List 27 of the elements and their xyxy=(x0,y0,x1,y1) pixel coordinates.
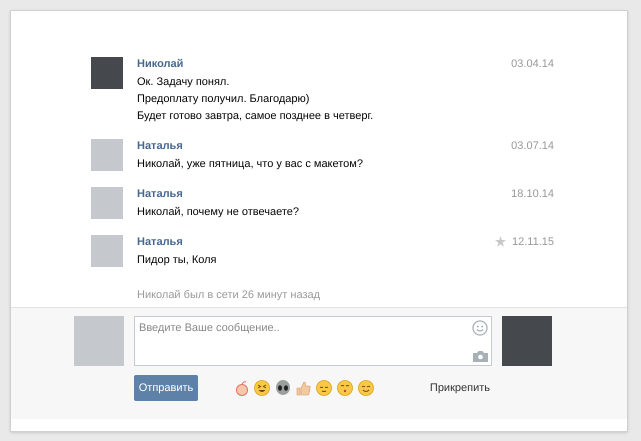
online-status: Николай был в сети 26 минут назад xyxy=(137,288,322,303)
message-date: 18.10.14 xyxy=(511,187,554,201)
sender-name[interactable]: Наталья xyxy=(137,235,495,249)
laughing-face-icon[interactable] xyxy=(254,380,270,396)
sender-name[interactable]: Наталья xyxy=(137,139,512,153)
message-text: Предоплату получил. Благодарю) xyxy=(137,92,310,107)
alien-icon[interactable] xyxy=(275,380,291,396)
message-date: 03.04.14 xyxy=(511,57,554,71)
smiley-icon[interactable] xyxy=(472,320,488,336)
message-text: Ок. Задачу понял. xyxy=(137,75,230,90)
star-icon[interactable] xyxy=(494,236,506,247)
peach-icon[interactable] xyxy=(235,380,249,396)
message-input[interactable]: Введите Ваше сообщение.. xyxy=(134,316,492,366)
relieved-face-icon[interactable] xyxy=(316,380,332,396)
message-text: Будет готово завтра, самое позднее в четверг. xyxy=(137,109,374,124)
message-text: Николай, почему не отвечаете? xyxy=(137,205,300,220)
smiling-face-icon[interactable] xyxy=(358,380,374,396)
message-date: 12.11.15 xyxy=(512,235,554,249)
camera-icon[interactable] xyxy=(473,350,488,362)
message-text: Николай, уже пятница, что у вас с макетом? xyxy=(137,157,364,172)
thumbs-up-icon[interactable] xyxy=(296,380,311,396)
attach-link[interactable]: Прикрепить xyxy=(430,380,490,396)
sender-name[interactable]: Наталья xyxy=(137,187,512,201)
message-date: 03.07.14 xyxy=(511,139,554,153)
message-text: Пидор ты, Коля xyxy=(137,253,218,268)
send-button[interactable]: Отправить xyxy=(134,375,198,401)
sender-name[interactable]: Николай xyxy=(137,57,512,71)
